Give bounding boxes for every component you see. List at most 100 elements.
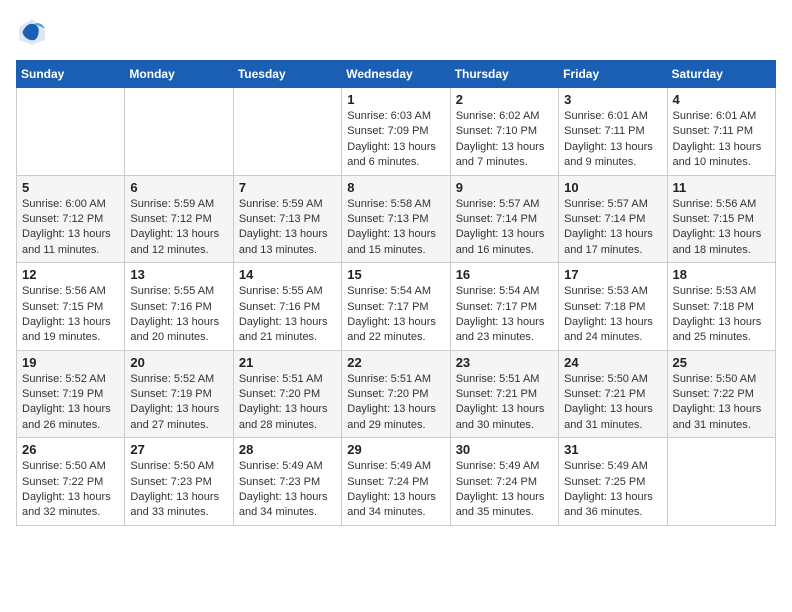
day-number: 10 (564, 180, 661, 195)
calendar-cell: 2 Sunrise: 6:02 AMSunset: 7:10 PMDaylight… (450, 88, 558, 176)
calendar-cell: 19 Sunrise: 5:52 AMSunset: 7:19 PMDayligh… (17, 350, 125, 438)
page-header (16, 16, 776, 48)
day-number: 7 (239, 180, 336, 195)
day-number: 23 (456, 355, 553, 370)
weekday-header: Friday (559, 61, 667, 88)
day-number: 31 (564, 442, 661, 457)
calendar-cell: 5 Sunrise: 6:00 AMSunset: 7:12 PMDaylight… (17, 175, 125, 263)
day-number: 4 (673, 92, 770, 107)
day-info: Sunrise: 5:49 AMSunset: 7:24 PMDaylight:… (347, 459, 444, 521)
day-info: Sunrise: 5:58 AMSunset: 7:13 PMDaylight:… (347, 197, 444, 259)
day-info: Sunrise: 5:51 AMSunset: 7:21 PMDaylight:… (456, 372, 553, 434)
day-number: 1 (347, 92, 444, 107)
calendar-cell: 13 Sunrise: 5:55 AMSunset: 7:16 PMDayligh… (125, 263, 233, 351)
calendar-cell (17, 88, 125, 176)
day-info: Sunrise: 5:54 AMSunset: 7:17 PMDaylight:… (456, 284, 553, 346)
day-number: 18 (673, 267, 770, 282)
day-number: 2 (456, 92, 553, 107)
calendar-cell: 30Sunrise: 5:49 AMSunset: 7:24 PMDayligh… (450, 438, 558, 526)
day-number: 11 (673, 180, 770, 195)
calendar-cell: 27 Sunrise: 5:50 AMSunset: 7:23 PMDayligh… (125, 438, 233, 526)
day-info: Sunrise: 5:55 AMSunset: 7:16 PMDaylight:… (239, 284, 336, 346)
day-info: Sunrise: 5:57 AMSunset: 7:14 PMDaylight:… (456, 197, 553, 259)
day-info: Sunrise: 5:49 AMSunset: 7:25 PMDaylight:… (564, 459, 661, 521)
day-number: 25 (673, 355, 770, 370)
calendar-cell: 18 Sunrise: 5:53 AMSunset: 7:18 PMDayligh… (667, 263, 775, 351)
calendar-cell: 8 Sunrise: 5:58 AMSunset: 7:13 PMDaylight… (342, 175, 450, 263)
calendar-cell (667, 438, 775, 526)
day-info: Sunrise: 5:49 AMSunset: 7:23 PMDaylight:… (239, 459, 336, 521)
calendar-cell: 29 Sunrise: 5:49 AMSunset: 7:24 PMDayligh… (342, 438, 450, 526)
calendar-cell: 31 Sunrise: 5:49 AMSunset: 7:25 PMDayligh… (559, 438, 667, 526)
weekday-header: Monday (125, 61, 233, 88)
day-info: Sunrise: 5:54 AMSunset: 7:17 PMDaylight:… (347, 284, 444, 346)
day-info: Sunrise: 5:51 AMSunset: 7:20 PMDaylight:… (239, 372, 336, 434)
day-info: Sunrise: 5:53 AMSunset: 7:18 PMDaylight:… (673, 284, 770, 346)
day-number: 26 (22, 442, 119, 457)
day-number: 9 (456, 180, 553, 195)
calendar-cell: 21 Sunrise: 5:51 AMSunset: 7:20 PMDayligh… (233, 350, 341, 438)
day-info: Sunrise: 5:55 AMSunset: 7:16 PMDaylight:… (130, 284, 227, 346)
day-info: Sunrise: 5:53 AMSunset: 7:18 PMDaylight:… (564, 284, 661, 346)
calendar-cell (233, 88, 341, 176)
day-number: 19 (22, 355, 119, 370)
logo-icon (16, 16, 48, 48)
day-number: 29 (347, 442, 444, 457)
weekday-header: Thursday (450, 61, 558, 88)
calendar-cell: 26 Sunrise: 5:50 AMSunset: 7:22 PMDayligh… (17, 438, 125, 526)
calendar-cell: 16 Sunrise: 5:54 AMSunset: 7:17 PMDayligh… (450, 263, 558, 351)
day-number: 16 (456, 267, 553, 282)
day-number: 5 (22, 180, 119, 195)
calendar-row: 26 Sunrise: 5:50 AMSunset: 7:22 PMDayligh… (17, 438, 776, 526)
weekday-header: Sunday (17, 61, 125, 88)
day-info: Sunrise: 6:00 AMSunset: 7:12 PMDaylight:… (22, 197, 119, 259)
weekday-header: Wednesday (342, 61, 450, 88)
calendar-row: 12 Sunrise: 5:56 AMSunset: 7:15 PMDayligh… (17, 263, 776, 351)
calendar-cell: 9 Sunrise: 5:57 AMSunset: 7:14 PMDaylight… (450, 175, 558, 263)
day-info: Sunrise: 5:52 AMSunset: 7:19 PMDaylight:… (130, 372, 227, 434)
calendar-row: 1 Sunrise: 6:03 AMSunset: 7:09 PMDaylight… (17, 88, 776, 176)
day-info: Sunrise: 5:50 AMSunset: 7:21 PMDaylight:… (564, 372, 661, 434)
logo (16, 16, 52, 48)
calendar-cell: 24 Sunrise: 5:50 AMSunset: 7:21 PMDayligh… (559, 350, 667, 438)
calendar-cell: 23 Sunrise: 5:51 AMSunset: 7:21 PMDayligh… (450, 350, 558, 438)
calendar-cell: 1 Sunrise: 6:03 AMSunset: 7:09 PMDaylight… (342, 88, 450, 176)
day-info: Sunrise: 5:51 AMSunset: 7:20 PMDaylight:… (347, 372, 444, 434)
calendar-cell: 11 Sunrise: 5:56 AMSunset: 7:15 PMDayligh… (667, 175, 775, 263)
day-info: Sunrise: 6:01 AMSunset: 7:11 PMDaylight:… (673, 109, 770, 171)
day-number: 6 (130, 180, 227, 195)
weekday-header: Tuesday (233, 61, 341, 88)
day-info: Sunrise: 5:59 AMSunset: 7:13 PMDaylight:… (239, 197, 336, 259)
calendar-cell: 25 Sunrise: 5:50 AMSunset: 7:22 PMDayligh… (667, 350, 775, 438)
day-number: 21 (239, 355, 336, 370)
calendar-cell: 20Sunrise: 5:52 AMSunset: 7:19 PMDayligh… (125, 350, 233, 438)
day-info: Sunrise: 5:59 AMSunset: 7:12 PMDaylight:… (130, 197, 227, 259)
calendar-cell: 3 Sunrise: 6:01 AMSunset: 7:11 PMDaylight… (559, 88, 667, 176)
calendar-cell: 17Sunrise: 5:53 AMSunset: 7:18 PMDayligh… (559, 263, 667, 351)
day-number: 30 (456, 442, 553, 457)
calendar-row: 5 Sunrise: 6:00 AMSunset: 7:12 PMDaylight… (17, 175, 776, 263)
calendar-row: 19 Sunrise: 5:52 AMSunset: 7:19 PMDayligh… (17, 350, 776, 438)
day-info: Sunrise: 5:56 AMSunset: 7:15 PMDaylight:… (22, 284, 119, 346)
day-info: Sunrise: 5:56 AMSunset: 7:15 PMDaylight:… (673, 197, 770, 259)
weekday-header: Saturday (667, 61, 775, 88)
day-info: Sunrise: 5:52 AMSunset: 7:19 PMDaylight:… (22, 372, 119, 434)
calendar-cell: 14Sunrise: 5:55 AMSunset: 7:16 PMDayligh… (233, 263, 341, 351)
day-info: Sunrise: 5:50 AMSunset: 7:23 PMDaylight:… (130, 459, 227, 521)
day-number: 13 (130, 267, 227, 282)
day-info: Sunrise: 6:03 AMSunset: 7:09 PMDaylight:… (347, 109, 444, 171)
day-number: 24 (564, 355, 661, 370)
day-number: 8 (347, 180, 444, 195)
day-number: 12 (22, 267, 119, 282)
calendar-cell: 4 Sunrise: 6:01 AMSunset: 7:11 PMDaylight… (667, 88, 775, 176)
day-info: Sunrise: 5:57 AMSunset: 7:14 PMDaylight:… (564, 197, 661, 259)
day-number: 3 (564, 92, 661, 107)
day-info: Sunrise: 5:50 AMSunset: 7:22 PMDaylight:… (673, 372, 770, 434)
day-info: Sunrise: 6:02 AMSunset: 7:10 PMDaylight:… (456, 109, 553, 171)
calendar-header: SundayMondayTuesdayWednesdayThursdayFrid… (17, 61, 776, 88)
calendar-cell: 15Sunrise: 5:54 AMSunset: 7:17 PMDayligh… (342, 263, 450, 351)
day-info: Sunrise: 6:01 AMSunset: 7:11 PMDaylight:… (564, 109, 661, 171)
day-info: Sunrise: 5:50 AMSunset: 7:22 PMDaylight:… (22, 459, 119, 521)
calendar-cell: 12 Sunrise: 5:56 AMSunset: 7:15 PMDayligh… (17, 263, 125, 351)
day-number: 27 (130, 442, 227, 457)
